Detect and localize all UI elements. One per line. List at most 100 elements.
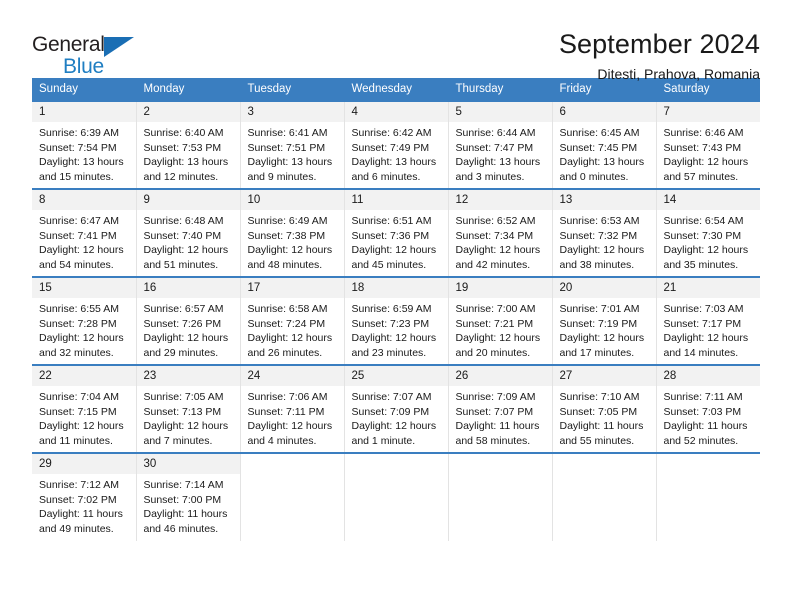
day-sunrise-text: Sunrise: 7:00 AM <box>455 303 536 315</box>
day-details: Sunrise: 6:46 AM Sunset: 7:43 PM Daylight:… <box>657 122 761 184</box>
weekday-header-thursday: Thursday <box>448 78 553 101</box>
page-title: September 2024 <box>558 29 760 59</box>
day-sunrise-text: Sunrise: 7:07 AM <box>351 391 432 403</box>
day-sunrise-text: Sunrise: 6:58 AM <box>247 303 328 315</box>
brand-logo[interactable]: General Blue <box>32 26 162 82</box>
day-sunset-text: Sunset: 7:24 PM <box>247 317 326 330</box>
day-sunrise-text: Sunrise: 6:40 AM <box>143 127 224 139</box>
calendar-day-cell[interactable]: 27 Sunrise: 7:10 AM Sunset: 7:05 PM Dayligh… <box>552 364 657 453</box>
day-daylight1-text: Daylight: 13 hours <box>39 156 124 169</box>
day-number <box>552 454 656 474</box>
day-daylight1-text: Daylight: 13 hours <box>143 156 229 169</box>
day-sunset-text: Sunset: 7:19 PM <box>559 317 638 330</box>
day-sunrise-text: Sunrise: 6:44 AM <box>455 127 536 139</box>
day-sunrise-text: Sunrise: 6:46 AM <box>663 127 744 139</box>
calendar-day-cell[interactable]: 28 Sunrise: 7:11 AM Sunset: 7:03 PM Dayligh… <box>656 364 760 453</box>
calendar-day-cell[interactable]: 18 Sunrise: 6:59 AM Sunset: 7:23 PM Dayligh… <box>344 276 449 365</box>
day-sunrise-text: Sunrise: 6:48 AM <box>143 215 224 227</box>
brand-name-general: General <box>32 33 105 56</box>
day-daylight1-text: Daylight: 12 hours <box>351 332 437 345</box>
calendar-day-cell[interactable]: 8 Sunrise: 6:47 AM Sunset: 7:41 PM Daylight… <box>32 188 137 277</box>
calendar-day-cell[interactable]: 17 Sunrise: 6:58 AM Sunset: 7:24 PM Dayligh… <box>240 276 345 365</box>
day-sunset-text: Sunset: 7:49 PM <box>351 141 430 154</box>
day-daylight1-text: Daylight: 12 hours <box>663 156 749 169</box>
day-daylight1-text: Daylight: 13 hours <box>351 156 437 169</box>
calendar-day-cell[interactable]: 29 Sunrise: 7:12 AM Sunset: 7:02 PM Dayligh… <box>32 452 137 541</box>
calendar-day-cell[interactable]: 15 Sunrise: 6:55 AM Sunset: 7:28 PM Dayligh… <box>32 276 137 365</box>
calendar-day-cell[interactable]: 10 Sunrise: 6:49 AM Sunset: 7:38 PM Dayligh… <box>240 188 345 277</box>
calendar-day-cell[interactable]: 5 Sunrise: 6:44 AM Sunset: 7:47 PM Daylight… <box>448 100 553 189</box>
day-daylight2-text: and 4 minutes. <box>247 434 317 447</box>
calendar-day-cell[interactable]: 2 Sunrise: 6:40 AM Sunset: 7:53 PM Daylight… <box>136 100 241 189</box>
day-sunset-text: Sunset: 7:38 PM <box>247 229 326 242</box>
calendar-day-cell-empty <box>240 452 345 541</box>
weekday-header-tuesday: Tuesday <box>240 78 345 101</box>
calendar-day-cell[interactable]: 24 Sunrise: 7:06 AM Sunset: 7:11 PM Dayligh… <box>240 364 345 453</box>
day-daylight2-text: and 7 minutes. <box>143 434 213 447</box>
calendar-day-cell[interactable]: 13 Sunrise: 6:53 AM Sunset: 7:32 PM Dayligh… <box>552 188 657 277</box>
day-daylight1-text: Daylight: 12 hours <box>39 420 124 433</box>
day-sunset-text: Sunset: 7:40 PM <box>143 229 222 242</box>
day-details: Sunrise: 6:40 AM Sunset: 7:53 PM Daylight:… <box>137 122 240 184</box>
day-number: 6 <box>552 102 656 122</box>
day-details: Sunrise: 6:57 AM Sunset: 7:26 PM Daylight:… <box>137 298 240 360</box>
calendar-day-cell[interactable]: 21 Sunrise: 7:03 AM Sunset: 7:17 PM Dayligh… <box>656 276 761 365</box>
day-sunrise-text: Sunrise: 7:04 AM <box>39 391 119 403</box>
page-header: General Blue September 2024 Ditesti, Pra… <box>32 0 760 82</box>
day-sunrise-text: Sunrise: 6:54 AM <box>663 215 744 227</box>
day-number: 3 <box>240 102 344 122</box>
calendar-day-cell[interactable]: 25 Sunrise: 7:07 AM Sunset: 7:09 PM Dayligh… <box>344 364 449 453</box>
calendar-day-cell[interactable]: 12 Sunrise: 6:52 AM Sunset: 7:34 PM Dayligh… <box>448 188 553 277</box>
calendar-day-cell[interactable]: 20 Sunrise: 7:01 AM Sunset: 7:19 PM Dayligh… <box>552 276 657 365</box>
calendar-day-cell[interactable]: 22 Sunrise: 7:04 AM Sunset: 7:15 PM Dayligh… <box>32 364 137 453</box>
day-number: 29 <box>32 454 136 474</box>
day-sunset-text: Sunset: 7:02 PM <box>39 493 117 506</box>
day-sunset-text: Sunset: 7:43 PM <box>663 141 742 154</box>
calendar-day-cell[interactable]: 14 Sunrise: 6:54 AM Sunset: 7:30 PM Dayligh… <box>656 188 760 277</box>
day-number: 28 <box>656 366 760 386</box>
calendar-day-cell[interactable]: 19 Sunrise: 7:00 AM Sunset: 7:21 PM Dayligh… <box>448 276 553 365</box>
calendar-day-cell[interactable]: 1 Sunrise: 6:39 AM Sunset: 7:54 PM Daylight… <box>32 100 137 189</box>
day-daylight1-text: Daylight: 12 hours <box>351 420 437 433</box>
day-daylight2-text: and 9 minutes. <box>247 170 317 183</box>
calendar-day-cell[interactable]: 3 Sunrise: 6:41 AM Sunset: 7:51 PM Daylight… <box>240 100 345 189</box>
calendar-day-cell[interactable]: 7 Sunrise: 6:46 AM Sunset: 7:43 PM Daylight… <box>656 100 761 189</box>
day-daylight1-text: Daylight: 12 hours <box>247 244 333 257</box>
day-sunrise-text: Sunrise: 6:47 AM <box>39 215 119 227</box>
calendar-day-cell[interactable]: 6 Sunrise: 6:45 AM Sunset: 7:45 PM Daylight… <box>552 100 657 189</box>
day-sunset-text: Sunset: 7:21 PM <box>455 317 534 330</box>
day-daylight2-text: and 12 minutes. <box>143 170 219 183</box>
day-daylight2-text: and 17 minutes. <box>559 346 635 359</box>
day-daylight2-text: and 23 minutes. <box>351 346 427 359</box>
calendar-day-cell[interactable]: 30 Sunrise: 7:14 AM Sunset: 7:00 PM Dayligh… <box>136 452 241 541</box>
calendar-day-cell[interactable]: 26 Sunrise: 7:09 AM Sunset: 7:07 PM Dayligh… <box>448 364 553 453</box>
day-daylight2-text: and 51 minutes. <box>143 258 219 271</box>
day-daylight2-text: and 48 minutes. <box>247 258 323 271</box>
day-number: 22 <box>32 366 136 386</box>
day-number: 18 <box>344 278 448 298</box>
calendar-body: 1 Sunrise: 6:39 AM Sunset: 7:54 PM Daylight… <box>32 100 761 541</box>
day-details: Sunrise: 6:39 AM Sunset: 7:54 PM Daylight:… <box>32 122 136 184</box>
calendar-day-cell[interactable]: 9 Sunrise: 6:48 AM Sunset: 7:40 PM Daylight… <box>136 188 241 277</box>
day-sunset-text: Sunset: 7:53 PM <box>143 141 222 154</box>
day-daylight2-text: and 26 minutes. <box>247 346 323 359</box>
day-daylight2-text: and 45 minutes. <box>351 258 427 271</box>
calendar-day-cell[interactable]: 4 Sunrise: 6:42 AM Sunset: 7:49 PM Daylight… <box>344 100 449 189</box>
day-daylight1-text: Daylight: 12 hours <box>247 332 333 345</box>
day-sunset-text: Sunset: 7:54 PM <box>39 141 117 154</box>
day-daylight1-text: Daylight: 12 hours <box>143 420 229 433</box>
day-details: Sunrise: 6:58 AM Sunset: 7:24 PM Daylight:… <box>241 298 344 360</box>
day-daylight1-text: Daylight: 11 hours <box>143 508 228 521</box>
day-daylight1-text: Daylight: 11 hours <box>663 420 748 433</box>
day-sunrise-text: Sunrise: 7:06 AM <box>247 391 328 403</box>
calendar-day-cell[interactable]: 23 Sunrise: 7:05 AM Sunset: 7:13 PM Dayligh… <box>136 364 241 453</box>
calendar-day-cell[interactable]: 16 Sunrise: 6:57 AM Sunset: 7:26 PM Dayligh… <box>136 276 241 365</box>
day-details: Sunrise: 7:06 AM Sunset: 7:11 PM Daylight:… <box>241 386 344 448</box>
calendar-day-cell[interactable]: 11 Sunrise: 6:51 AM Sunset: 7:36 PM Dayligh… <box>344 188 449 277</box>
day-sunset-text: Sunset: 7:45 PM <box>559 141 638 154</box>
triangle-icon <box>104 37 134 57</box>
day-details: Sunrise: 7:03 AM Sunset: 7:17 PM Daylight:… <box>657 298 761 360</box>
calendar-week-row: 22 Sunrise: 7:04 AM Sunset: 7:15 PM Dayligh… <box>32 364 760 453</box>
day-sunset-text: Sunset: 7:13 PM <box>143 405 222 418</box>
day-daylight2-text: and 57 minutes. <box>663 170 739 183</box>
